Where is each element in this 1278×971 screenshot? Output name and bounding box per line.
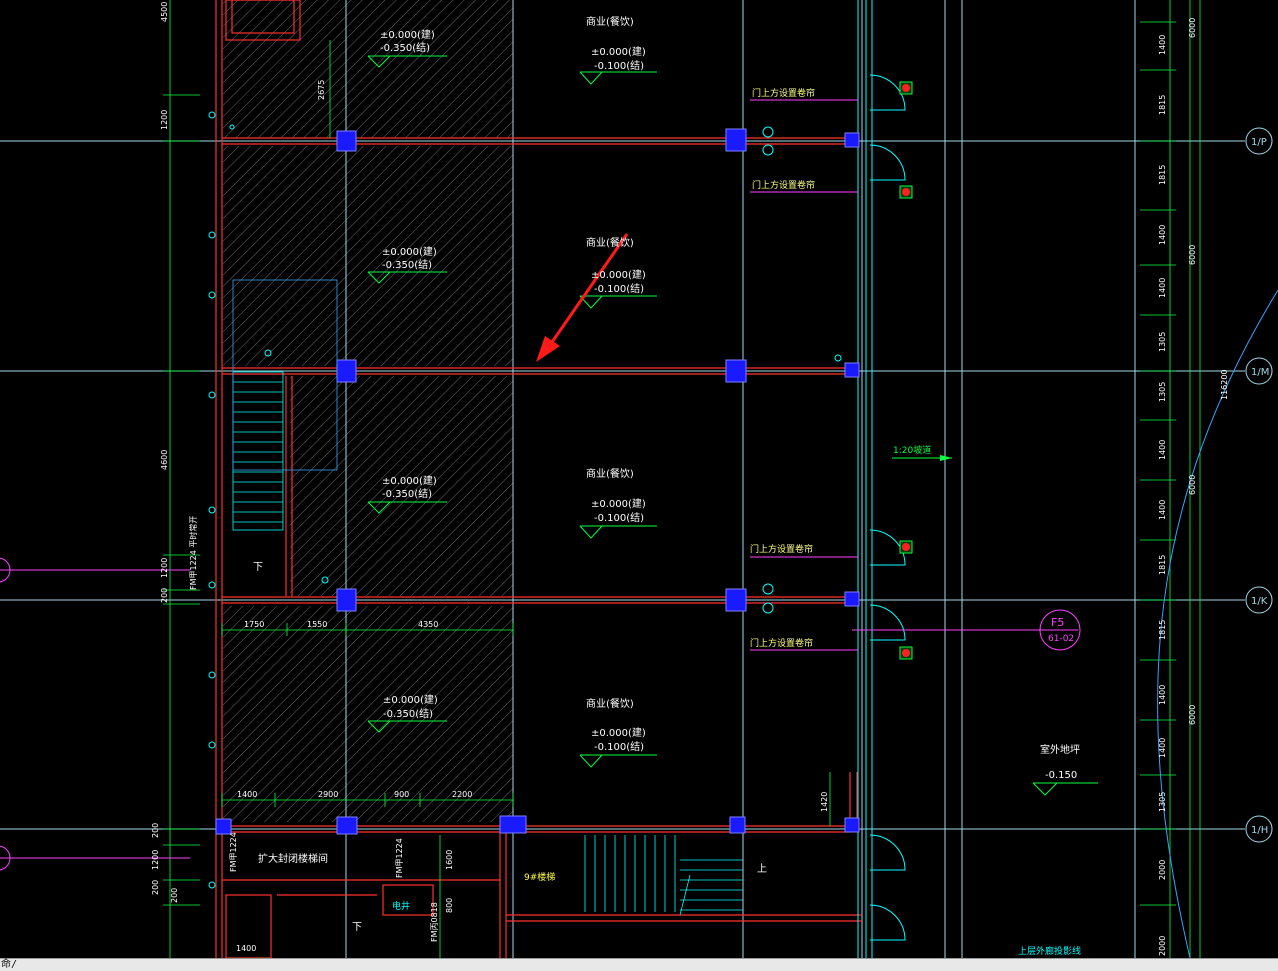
hatch-level-4: ±0.000(建) <box>383 693 438 706</box>
hatch-level-1: ±0.000(建) <box>380 28 435 41</box>
door-label-fm2: FM甲1224 <box>395 838 404 878</box>
dim-right-1815c: 1815 <box>1158 555 1167 575</box>
stair-mark-down: 下 <box>253 562 263 573</box>
axis-label-p: 1/P <box>1251 137 1267 148</box>
dim-left-200c: 200 <box>151 880 160 895</box>
dim-right-1400b: 1400 <box>1158 225 1167 245</box>
hatch-sublevel-2: -0.350(结) <box>382 258 432 271</box>
dim-right-1400d: 1400 <box>1158 440 1167 460</box>
cad-drawing-canvas[interactable]: 1/P 1/M 1/K 1/H F5 61-02 商业(餐饮) ±0.000(建… <box>0 0 1278 958</box>
stair-bottom <box>584 835 743 916</box>
axis-label-m: 1/M <box>1251 367 1269 378</box>
tag-marker-bottom: 61-02 <box>1048 634 1074 644</box>
dim-right-total: 116200 <box>1220 369 1229 400</box>
dim-left-1200c: 1200 <box>151 850 160 870</box>
dim-right-1400c: 1400 <box>1158 278 1167 298</box>
dim-left-1200a: 1200 <box>160 110 169 130</box>
hatch-level-2: ±0.000(建) <box>382 245 437 258</box>
dim-inner-2675: 2675 <box>317 80 326 100</box>
hatch-sublevel-1: -0.350(结) <box>380 41 430 54</box>
dim-left-4500: 4500 <box>160 2 169 22</box>
room-level-4: ±0.000(建) <box>591 726 646 739</box>
dim-bot-3: 900 <box>394 790 409 799</box>
dim-bot-1: 1400 <box>237 790 257 799</box>
elevator-label: 9#楼梯 <box>524 871 555 883</box>
room-name-4: 商业(餐饮) <box>586 697 634 710</box>
stair-mark-down-2: 下 <box>352 922 362 933</box>
dim-right-1815b: 1815 <box>1158 165 1167 185</box>
hatch-level-3: ±0.000(建) <box>382 474 437 487</box>
dim-right-2000b: 2000 <box>1158 936 1167 956</box>
dim-right-1305c: 1305 <box>1158 792 1167 812</box>
door-note-3: 门上方设置卷帘 <box>750 543 813 555</box>
ramp-label: 1:20坡道 <box>893 444 931 456</box>
room-name-1: 商业(餐饮) <box>586 15 634 28</box>
dim-right-1400f: 1400 <box>1158 685 1167 705</box>
dim-left-200b: 200 <box>151 823 160 838</box>
door-note-4: 门上方设置卷帘 <box>750 637 813 649</box>
dim-right-6000d: 6000 <box>1188 705 1197 725</box>
dim-inner-1420: 1420 <box>820 792 829 812</box>
dim-bot-4: 2200 <box>452 790 472 799</box>
room-level-3: ±0.000(建) <box>591 497 646 510</box>
tag-lines <box>0 99 1045 859</box>
fire-room-label: 扩大封闭楼梯间 <box>258 852 328 865</box>
room-level-2: ±0.000(建) <box>591 268 646 281</box>
dim-right-6000a: 6000 <box>1188 18 1197 38</box>
dim-right-1815d: 1815 <box>1158 620 1167 640</box>
axis-label-h: 1/H <box>1251 825 1268 836</box>
dim-right-1815a: 1815 <box>1158 95 1167 115</box>
dim-small-1400: 1400 <box>236 944 256 953</box>
door-note-2: 门上方设置卷帘 <box>752 179 815 191</box>
outdoor-level: -0.150 <box>1045 770 1077 781</box>
dim-right-1400g: 1400 <box>1158 738 1167 758</box>
command-line[interactable]: 命/ <box>0 958 1278 971</box>
dim-left-200d: 200 <box>170 888 179 903</box>
dim-left-200a: 200 <box>160 588 169 603</box>
tag-marker-top: F5 <box>1051 616 1064 629</box>
door-label-fm1: FM甲1224 <box>229 832 238 872</box>
stair-mark-up: 上 <box>757 863 767 875</box>
dim-top-3: 4350 <box>418 620 438 629</box>
dim-right-1305a: 1305 <box>1158 332 1167 352</box>
door-label-well: FM丙0818 <box>430 902 439 942</box>
room-sublevel-2: -0.100(结) <box>594 282 644 295</box>
dim-right-6000c: 6000 <box>1188 475 1197 495</box>
dim-inner-800: 800 <box>445 898 454 913</box>
room-sublevel-4: -0.100(结) <box>594 740 644 753</box>
outdoor-name: 室外地坪 <box>1040 743 1080 756</box>
door-label-left: FM甲1224 平时常开 <box>188 516 198 590</box>
dim-right-1400a: 1400 <box>1158 35 1167 55</box>
command-prompt: 命/ <box>1 959 18 970</box>
dim-right-1400e: 1400 <box>1158 500 1167 520</box>
dim-right-1305b: 1305 <box>1158 382 1167 402</box>
axis-bubble-labels: 1/P 1/M 1/K 1/H <box>1251 137 1269 836</box>
room-sublevel-3: -0.100(结) <box>594 511 644 524</box>
room-name-2: 商业(餐饮) <box>586 236 634 249</box>
hatch-sublevel-4: -0.350(结) <box>383 707 433 720</box>
hatched-area <box>223 0 513 822</box>
dim-right-6000b: 6000 <box>1188 245 1197 265</box>
room-name-3: 商业(餐饮) <box>586 467 634 480</box>
fragment-label: 上层外廊投影线 <box>1018 945 1081 957</box>
door-note-1: 门上方设置卷帘 <box>752 87 815 99</box>
dim-left-1200b: 1200 <box>160 558 169 578</box>
dim-bot-2: 2900 <box>318 790 338 799</box>
axis-label-k: 1/K <box>1251 596 1268 607</box>
dim-right-2000a: 2000 <box>1158 860 1167 880</box>
curtain-wall <box>857 0 906 958</box>
well-label: 电井 <box>392 900 410 912</box>
dim-top-1: 1750 <box>244 620 264 629</box>
red-arrow <box>536 233 629 362</box>
dim-top-2: 1550 <box>307 620 327 629</box>
room-level-1: ±0.000(建) <box>591 45 646 58</box>
room-sublevel-1: -0.100(结) <box>594 59 644 72</box>
hatch-sublevel-3: -0.350(结) <box>382 487 432 500</box>
site-arc <box>1157 289 1278 958</box>
dim-inner-1600: 1600 <box>445 850 454 870</box>
dim-left-4600: 4600 <box>160 450 169 470</box>
